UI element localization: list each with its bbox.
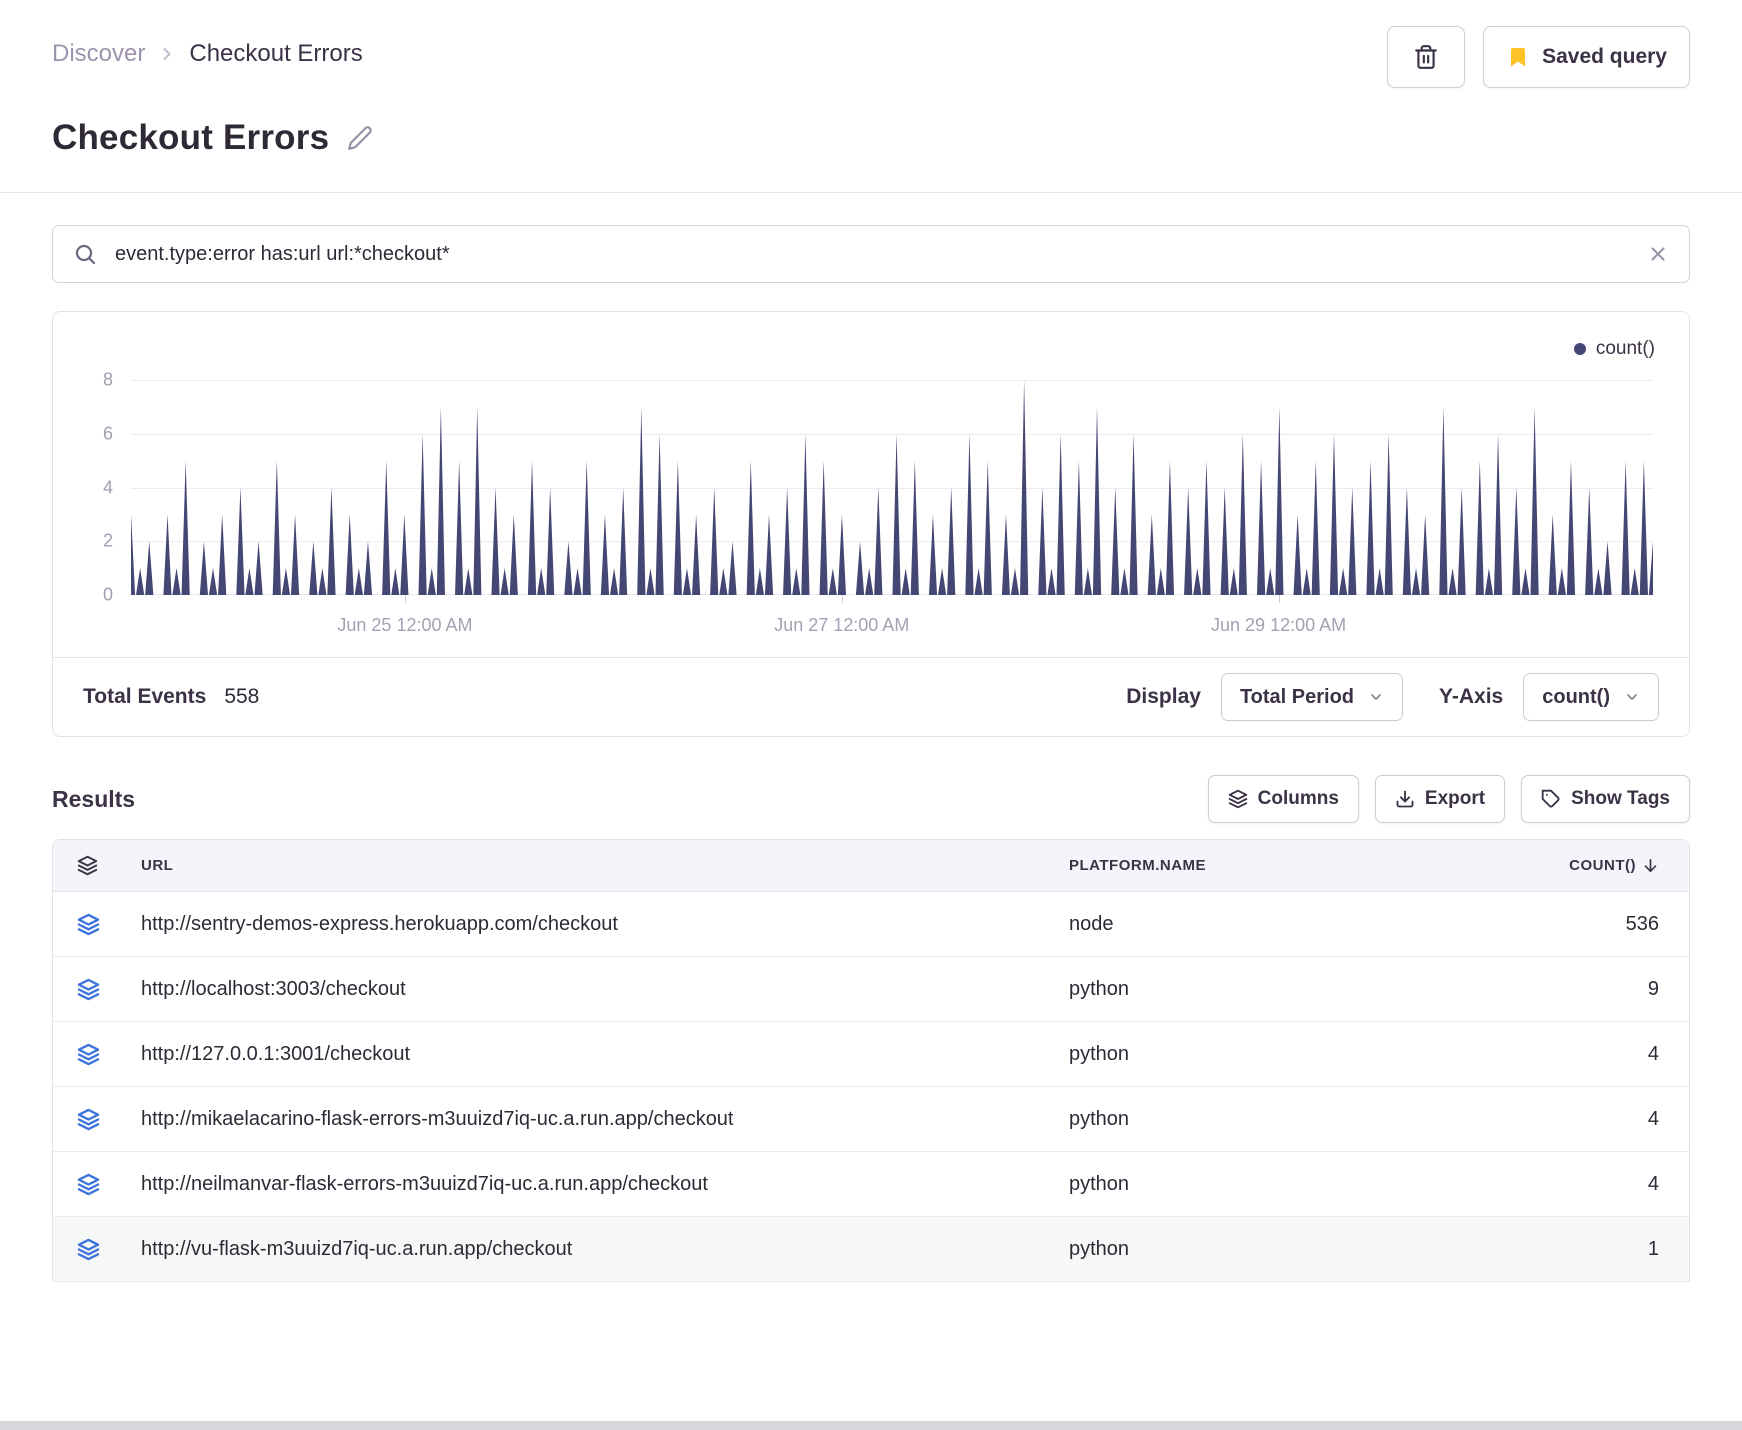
results-header: Results Columns Export Show Tags xyxy=(52,775,1690,823)
y-tick: 8 xyxy=(102,369,113,390)
chevron-right-icon xyxy=(157,44,177,64)
columns-button[interactable]: Columns xyxy=(1207,775,1359,823)
page-header: Discover Checkout Errors Saved query Che… xyxy=(0,0,1742,193)
breadcrumb-discover-link[interactable]: Discover xyxy=(52,40,145,68)
y-tick: 4 xyxy=(102,477,113,497)
chart-legend[interactable]: count() xyxy=(1573,338,1655,360)
stack-icon[interactable] xyxy=(77,1173,141,1196)
results-table: URL PLATFORM.NAME COUNT() http://sentry-… xyxy=(52,839,1690,1282)
table-row[interactable]: http://vu-flask-m3uuizd7iq-uc.a.run.app/… xyxy=(53,1217,1689,1282)
stack-icon[interactable] xyxy=(77,913,141,936)
yaxis-dropdown-value: count() xyxy=(1542,685,1610,708)
search-icon xyxy=(73,242,97,266)
count-cell: 4 xyxy=(1647,1107,1659,1130)
count-cell: 4 xyxy=(1647,1042,1659,1065)
column-header-url[interactable]: URL xyxy=(141,857,1069,874)
y-axis-labels: 8 6 4 2 0 xyxy=(53,370,131,605)
window-bottom-edge xyxy=(0,1421,1742,1430)
stack-icon[interactable] xyxy=(77,1043,141,1066)
url-cell[interactable]: http://mikaelacarino-flask-errors-m3uuiz… xyxy=(141,1108,1069,1131)
y-tick: 6 xyxy=(102,423,113,444)
total-events-label: Total Events xyxy=(83,685,207,708)
display-dropdown[interactable]: Total Period xyxy=(1220,673,1404,721)
stack-icon[interactable] xyxy=(77,1108,141,1131)
saved-query-button[interactable]: Saved query xyxy=(1483,26,1690,88)
chart-footer: Total Events 558 Display Total Period Y-… xyxy=(53,657,1689,736)
platform-cell: python xyxy=(1069,1237,1130,1260)
display-label: Display xyxy=(1126,685,1201,708)
clear-search-icon[interactable] xyxy=(1647,243,1669,265)
sort-desc-icon xyxy=(1642,857,1659,874)
x-tick: Jun 29 12:00 AM xyxy=(1211,615,1347,635)
platform-cell: python xyxy=(1069,1172,1130,1195)
tag-icon xyxy=(1541,789,1561,809)
search-bar xyxy=(52,225,1690,283)
events-chart-card: count() 8 6 4 2 0 Jun 25 12:00 AM Jun 27… xyxy=(52,311,1690,737)
topbar-actions: Saved query xyxy=(1387,26,1690,88)
url-cell[interactable]: http://neilmanvar-flask-errors-m3uuizd7i… xyxy=(141,1173,1069,1196)
discover-page: Discover Checkout Errors Saved query Che… xyxy=(0,0,1742,1430)
table-row[interactable]: http://neilmanvar-flask-errors-m3uuizd7i… xyxy=(53,1152,1689,1217)
area-chart-svg xyxy=(131,380,1653,595)
x-tick: Jun 27 12:00 AM xyxy=(774,615,910,635)
total-events-value: 558 xyxy=(224,685,260,708)
platform-cell: python xyxy=(1069,1042,1130,1065)
legend-dot-icon xyxy=(1573,343,1586,355)
breadcrumb: Discover Checkout Errors xyxy=(52,26,363,68)
y-tick: 0 xyxy=(102,584,113,605)
delete-query-button[interactable] xyxy=(1387,26,1466,88)
column-header-platform[interactable]: PLATFORM.NAME xyxy=(1069,857,1509,874)
columns-label: Columns xyxy=(1257,788,1339,809)
count-cell: 1 xyxy=(1647,1237,1659,1260)
table-row[interactable]: http://localhost:3003/checkout python 9 xyxy=(53,957,1689,1022)
stack-icon[interactable] xyxy=(77,1238,141,1261)
table-row[interactable]: http://127.0.0.1:3001/checkout python 4 xyxy=(53,1022,1689,1087)
legend-label: count() xyxy=(1595,338,1655,359)
show-tags-label: Show Tags xyxy=(1571,788,1670,809)
results-title: Results xyxy=(52,785,136,812)
bookmark-icon xyxy=(1506,45,1530,69)
count-header-label: COUNT() xyxy=(1569,857,1636,874)
url-cell[interactable]: http://127.0.0.1:3001/checkout xyxy=(141,1043,1069,1066)
url-cell[interactable]: http://sentry-demos-express.herokuapp.co… xyxy=(141,913,1069,936)
columns-icon xyxy=(1228,789,1248,809)
chevron-down-icon xyxy=(1368,689,1384,705)
yaxis-label: Y-Axis xyxy=(1439,685,1504,708)
display-dropdown-value: Total Period xyxy=(1239,685,1355,708)
url-cell[interactable]: http://localhost:3003/checkout xyxy=(141,978,1069,1001)
x-axis-labels: Jun 25 12:00 AM Jun 27 12:00 AM Jun 29 1… xyxy=(131,605,1653,647)
platform-cell: python xyxy=(1069,977,1130,1000)
x-axis-ticks xyxy=(131,595,1653,605)
export-label: Export xyxy=(1424,788,1486,809)
trash-icon xyxy=(1413,44,1439,70)
x-tick: Jun 25 12:00 AM xyxy=(337,615,473,635)
stack-icon[interactable] xyxy=(77,855,141,876)
url-cell[interactable]: http://vu-flask-m3uuizd7iq-uc.a.run.app/… xyxy=(141,1238,1069,1261)
count-cell: 9 xyxy=(1647,977,1659,1000)
count-cell: 4 xyxy=(1647,1172,1659,1195)
stack-icon[interactable] xyxy=(77,978,141,1001)
yaxis-dropdown[interactable]: count() xyxy=(1523,673,1659,721)
saved-query-label: Saved query xyxy=(1542,45,1667,68)
y-tick: 2 xyxy=(102,530,113,551)
count-cell: 536 xyxy=(1625,912,1659,935)
export-button[interactable]: Export xyxy=(1374,775,1506,823)
download-icon xyxy=(1395,789,1415,809)
breadcrumb-current: Checkout Errors xyxy=(189,40,363,67)
table-header-row: URL PLATFORM.NAME COUNT() xyxy=(53,840,1689,892)
platform-cell: node xyxy=(1069,912,1114,935)
platform-cell: python xyxy=(1069,1107,1130,1130)
table-row[interactable]: http://mikaelacarino-flask-errors-m3uuiz… xyxy=(53,1087,1689,1152)
page-title: Checkout Errors xyxy=(52,118,330,157)
table-row[interactable]: http://sentry-demos-express.herokuapp.co… xyxy=(53,892,1689,957)
search-input[interactable] xyxy=(113,241,1631,267)
chevron-down-icon xyxy=(1624,689,1640,705)
show-tags-button[interactable]: Show Tags xyxy=(1521,775,1690,823)
column-header-count[interactable]: COUNT() xyxy=(1569,857,1659,874)
edit-title-icon[interactable] xyxy=(347,125,373,151)
area-chart[interactable] xyxy=(131,380,1653,595)
total-events: Total Events 558 xyxy=(83,685,259,709)
